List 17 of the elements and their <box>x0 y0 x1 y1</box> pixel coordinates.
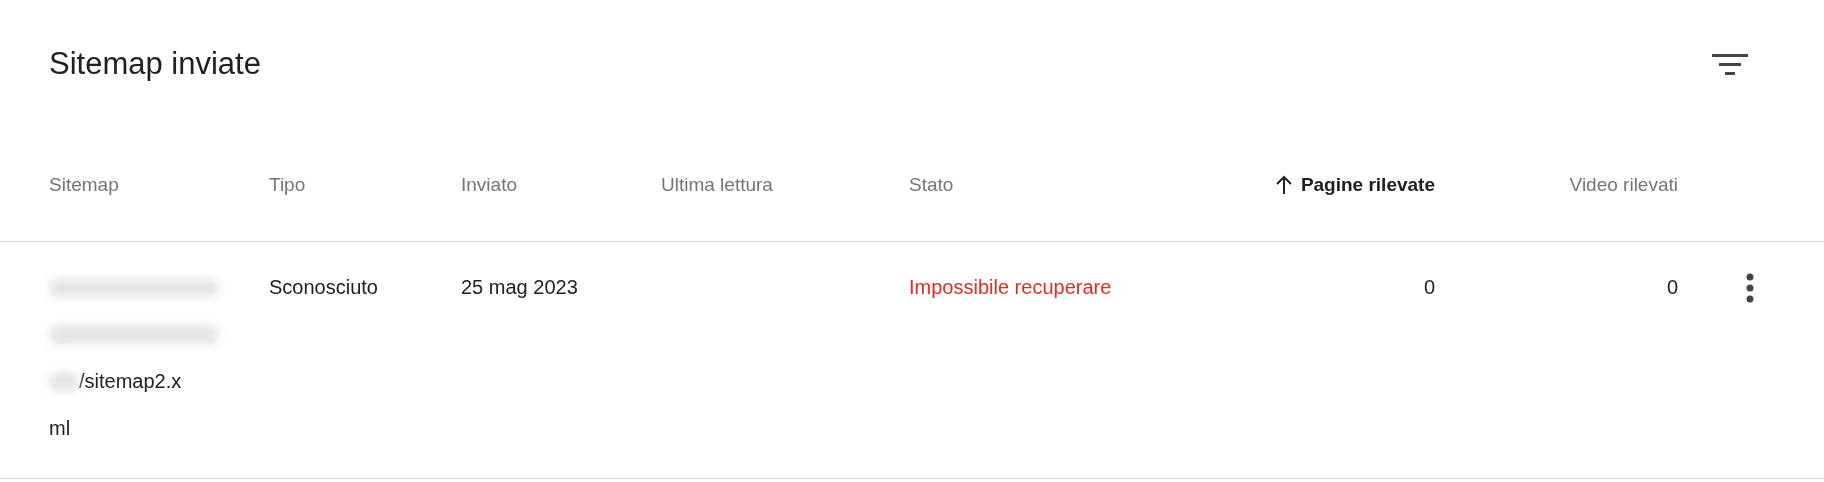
status-text: Impossibile recuperare <box>909 275 1112 300</box>
column-header[interactable]: Tipo <box>269 173 306 196</box>
table-cell: 0 <box>1666 276 1678 298</box>
column-header[interactable]: Stato <box>909 173 954 196</box>
blurred-text-drawing <box>49 371 79 392</box>
sort-arrow-icon[interactable] <box>1274 174 1293 195</box>
table-cell-text: 25 mag 2023 <box>461 275 578 300</box>
sitemap-url: /sitemap2.x <box>79 370 182 393</box>
column-header[interactable]: Video rilevati <box>1569 173 1678 196</box>
column-header[interactable]: Pagine rilevate <box>1300 173 1435 196</box>
column-header[interactable]: Sitemap <box>49 173 119 196</box>
column-header[interactable]: Ultima lettura <box>661 173 773 196</box>
table-cell: 0 <box>1423 276 1435 298</box>
card-title: Sitemap inviate <box>49 46 261 82</box>
table-cell-text: Sconosciuto <box>269 275 378 300</box>
column-header[interactable]: Inviato <box>461 173 517 196</box>
sitemap-url: ml <box>49 417 71 440</box>
